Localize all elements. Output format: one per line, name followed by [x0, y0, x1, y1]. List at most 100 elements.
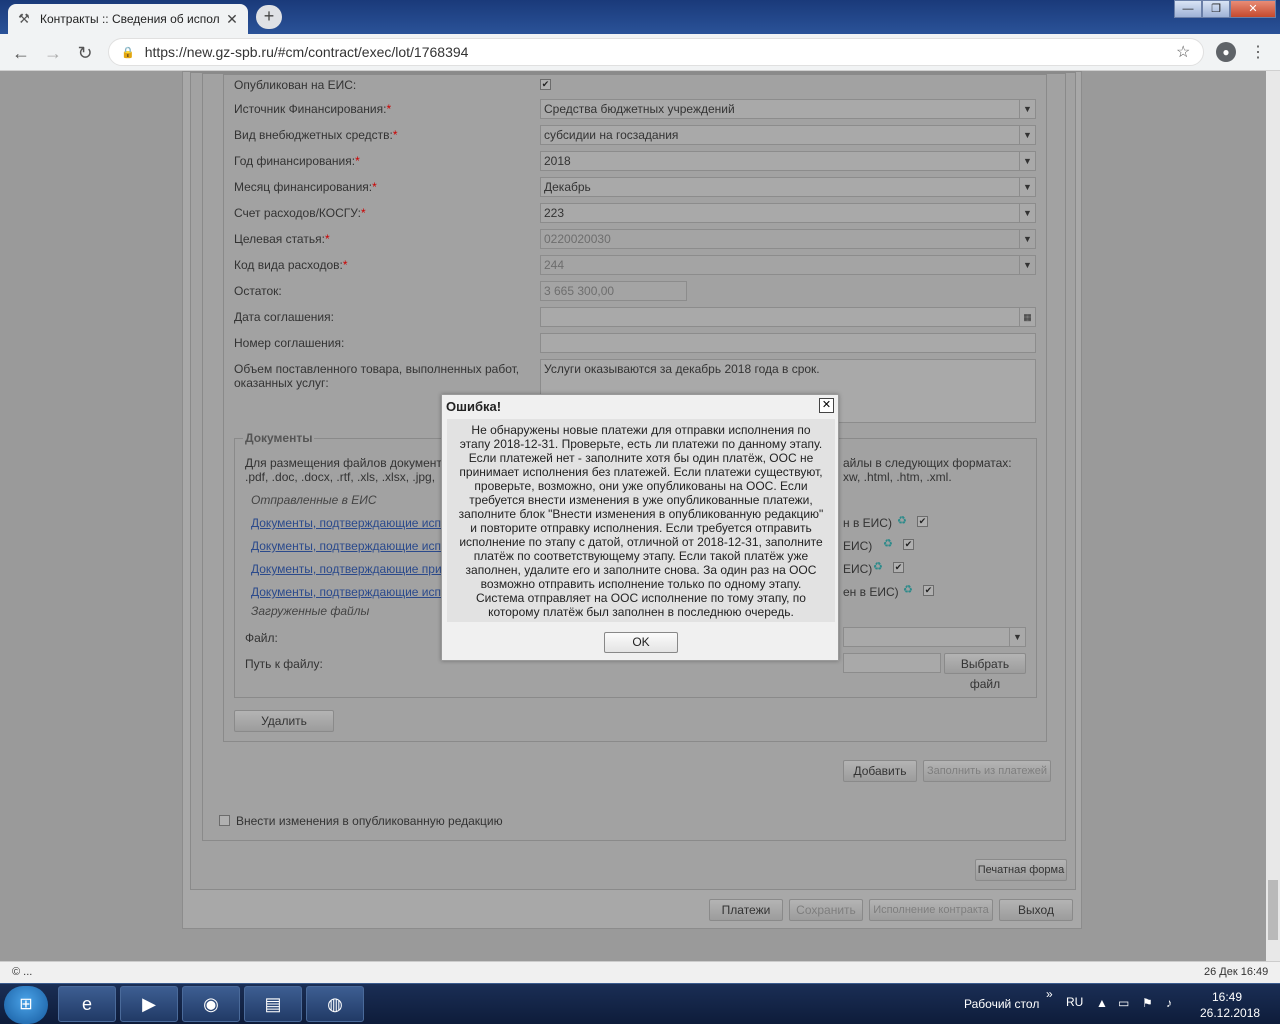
documents-hint-right: айлы в следующих форматах:: [843, 456, 1012, 470]
sent-to-eis-label: Отправленные в ЕИС: [251, 493, 377, 507]
document-checkbox[interactable]: ✔: [893, 562, 904, 573]
financing-month-select[interactable]: Декабрь ▼: [540, 177, 1036, 197]
remainder-field: 3 665 300,00: [540, 281, 687, 301]
print-form-button[interactable]: Печатная форма: [975, 859, 1067, 881]
file-path-label: Путь к файлу:: [245, 657, 323, 671]
document-checkbox[interactable]: ✔: [923, 585, 934, 596]
recycle-icon[interactable]: ♻: [873, 560, 883, 573]
menu-icon[interactable]: ⋮: [1250, 42, 1266, 62]
save-button: Сохранить: [789, 899, 863, 921]
network-icon[interactable]: ▭: [1118, 996, 1129, 1010]
kosgu-select[interactable]: 223 ▼: [540, 203, 1036, 223]
account-icon[interactable]: ●: [1216, 42, 1236, 62]
chevron-down-icon: ▼: [1019, 100, 1035, 118]
calendar-icon: ▦: [1019, 308, 1035, 326]
bookmark-star-icon[interactable]: ☆: [1176, 42, 1190, 62]
chevron-down-icon: ▼: [1019, 256, 1035, 274]
agreement-number-label: Номер соглашения:: [234, 336, 345, 350]
internet-explorer-icon[interactable]: e: [58, 986, 116, 1022]
documents-hint-right-formats: xw, .html, .htm, .xml.: [843, 470, 952, 484]
document-link[interactable]: Документы, подтверждающие испо: [251, 539, 448, 553]
media-player-icon[interactable]: ▶: [120, 986, 178, 1022]
address-bar[interactable]: 🔒 https://new.gz-spb.ru/#cm/contract/exe…: [108, 38, 1204, 66]
gavel-icon: ⚒: [18, 11, 30, 26]
dialog-title: Ошибка!: [446, 399, 502, 414]
scrollbar[interactable]: [1266, 71, 1280, 961]
url-text: https://new.gz-spb.ru/#cm/contract/exec/…: [144, 44, 469, 60]
published-checkbox[interactable]: ✔: [540, 79, 551, 90]
financing-source-select[interactable]: Средства бюджетных учреждений ▼: [540, 99, 1036, 119]
field-label-target: Целевая статья:*: [234, 232, 330, 246]
clock-time[interactable]: 16:49: [1212, 990, 1242, 1004]
document-link[interactable]: Документы, подтверждающие испо: [251, 516, 448, 530]
field-label-month: Месяц финансирования:*: [234, 180, 377, 194]
exit-button[interactable]: Выход: [999, 899, 1073, 921]
windows-start-icon[interactable]: ⊞: [4, 986, 48, 1024]
system-tray: Рабочий стол » RU ▲ ▭ ⚑ ♪ 16:49 26.12.20…: [940, 984, 1280, 1025]
document-status: н в ЕИС): [843, 516, 892, 530]
window-close-button[interactable]: ✕: [1230, 0, 1276, 18]
documents-hint-formats: .pdf, .doc, .docx, .rtf, .xls, .xlsx, .j…: [245, 470, 436, 484]
tab-title: Контракты :: Сведения об испол: [40, 12, 220, 26]
browser-tab[interactable]: ⚒ Контракты :: Сведения об испол ✕: [8, 4, 248, 34]
document-link[interactable]: Документы, подтверждающие при: [251, 562, 442, 576]
dialog-close-icon[interactable]: ✕: [819, 398, 834, 413]
fill-from-payments-button: Заполнить из платежей: [923, 760, 1051, 782]
flag-icon[interactable]: ⚑: [1142, 996, 1153, 1010]
ok-button[interactable]: OK: [604, 632, 678, 653]
chrome-icon[interactable]: ◉: [182, 986, 240, 1022]
payments-button[interactable]: Платежи: [709, 899, 783, 921]
firefox-icon[interactable]: ◍: [306, 986, 364, 1022]
minimize-button[interactable]: —: [1174, 0, 1202, 18]
clock-date[interactable]: 26.12.2018: [1200, 1006, 1260, 1020]
offbudget-type-select[interactable]: субсидии на госзадания ▼: [540, 125, 1036, 145]
contract-execution-button: Исполнение контракта: [869, 899, 993, 921]
file-select[interactable]: ▼: [843, 627, 1026, 647]
scrollbar-thumb[interactable]: [1268, 880, 1278, 940]
document-status: ЕИС): [843, 539, 873, 553]
recycle-icon[interactable]: ♻: [897, 514, 907, 527]
recycle-icon[interactable]: ♻: [883, 537, 893, 550]
field-label-kosgu: Счет расходов/КОСГУ:*: [234, 206, 366, 220]
document-checkbox[interactable]: ✔: [917, 516, 928, 527]
chevron-down-icon: ▼: [1019, 204, 1035, 222]
status-left: © ...: [12, 966, 33, 978]
file-explorer-icon[interactable]: ▤: [244, 986, 302, 1022]
new-tab-button[interactable]: +: [256, 5, 282, 29]
chevron-down-icon: ▼: [1019, 126, 1035, 144]
tray-expand-icon[interactable]: ▲: [1096, 996, 1108, 1010]
file-path-input[interactable]: [843, 653, 941, 673]
delete-button[interactable]: Удалить: [234, 710, 334, 732]
recycle-icon[interactable]: ♻: [903, 583, 913, 596]
documents-hint: Для размещения файлов документа: [245, 456, 449, 470]
add-button[interactable]: Добавить: [843, 760, 917, 782]
field-label-year: Год финансирования:*: [234, 154, 360, 168]
choose-file-button[interactable]: Выбрать файл: [944, 653, 1026, 691]
financing-year-select[interactable]: 2018 ▼: [540, 151, 1036, 171]
field-label-source: Источник Финансирования:*: [234, 102, 392, 116]
document-checkbox[interactable]: ✔: [903, 539, 914, 550]
document-status: ЕИС): [843, 562, 873, 576]
file-label: Файл:: [245, 631, 278, 645]
agreement-date-input[interactable]: ▦: [540, 307, 1036, 327]
reload-icon[interactable]: ↻: [74, 42, 96, 64]
amend-checkbox[interactable]: [219, 815, 230, 826]
language-indicator[interactable]: RU: [1066, 995, 1083, 1009]
forward-arrow-icon[interactable]: →: [42, 42, 64, 64]
status-bar: © ... 26 Дек 16:49: [0, 961, 1280, 983]
toolbar-chevron[interactable]: »: [1046, 987, 1053, 1001]
document-link[interactable]: Документы, подтверждающие испо: [251, 585, 448, 599]
chevron-down-icon: ▼: [1019, 178, 1035, 196]
volume-label: Объем поставленного товара, выполненных …: [234, 362, 520, 390]
desktop-toolbar-label[interactable]: Рабочий стол: [964, 997, 1039, 1011]
documents-legend: Документы: [243, 431, 315, 445]
back-arrow-icon[interactable]: ←: [10, 42, 32, 64]
tab-close-icon[interactable]: ✕: [224, 11, 240, 28]
expense-code-select: 244 ▼: [540, 255, 1036, 275]
remainder-label: Остаток:: [234, 284, 282, 298]
chevron-down-icon: ▼: [1019, 152, 1035, 170]
maximize-button[interactable]: ❐: [1202, 0, 1230, 18]
volume-icon[interactable]: ♪: [1166, 996, 1172, 1010]
target-article-select: 0220020030 ▼: [540, 229, 1036, 249]
agreement-number-input[interactable]: [540, 333, 1036, 353]
